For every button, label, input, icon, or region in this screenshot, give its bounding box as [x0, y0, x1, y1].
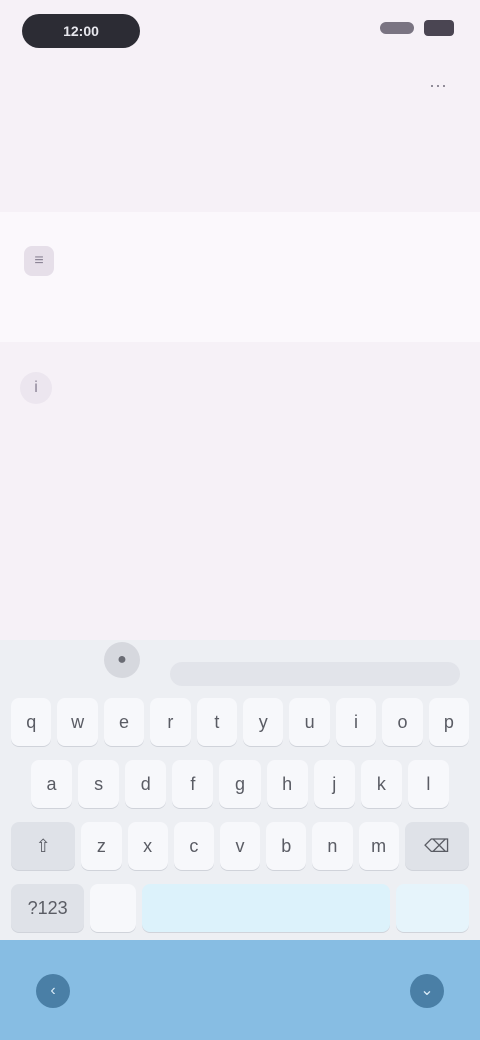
page-subtitle: [24, 166, 354, 188]
key[interactable]: x: [127, 822, 168, 870]
emoji-key[interactable]: [90, 884, 137, 932]
keyboard-row-3: ⇧ z x c v b n m ⌫: [8, 822, 472, 876]
key[interactable]: p: [428, 698, 470, 746]
key[interactable]: j: [313, 760, 355, 808]
key[interactable]: a: [31, 760, 73, 808]
key[interactable]: f: [172, 760, 214, 808]
key[interactable]: r: [150, 698, 191, 746]
key[interactable]: s: [78, 760, 120, 808]
key[interactable]: v: [219, 822, 261, 870]
key[interactable]: k: [360, 760, 402, 808]
key[interactable]: l: [407, 760, 449, 808]
more-icon[interactable]: ⋯: [416, 72, 460, 100]
document-icon: ≡: [24, 246, 54, 276]
enter-key[interactable]: [395, 884, 469, 932]
symbols-key[interactable]: ?123: [11, 884, 85, 932]
suggestion-strip[interactable]: [170, 662, 460, 686]
space-key[interactable]: [142, 884, 390, 932]
backspace-key[interactable]: ⌫: [404, 822, 470, 870]
keyboard-row-4: ?123: [8, 884, 472, 938]
back-icon[interactable]: ‹: [36, 974, 70, 1008]
key[interactable]: o: [382, 698, 423, 746]
list-item[interactable]: i: [20, 360, 460, 416]
title-block: [24, 130, 354, 188]
key[interactable]: m: [358, 822, 399, 870]
keyboard-hide-icon[interactable]: ⌄: [410, 974, 444, 1008]
info-icon: i: [20, 372, 52, 404]
status-bar: 12:00: [0, 0, 480, 64]
signal-icon: [380, 22, 414, 34]
key[interactable]: q: [11, 698, 52, 746]
status-icons: [380, 20, 454, 36]
key[interactable]: g: [219, 760, 261, 808]
keyboard-toolbar: ●: [0, 640, 480, 696]
key[interactable]: e: [103, 698, 145, 746]
key[interactable]: d: [125, 760, 167, 808]
keyboard: ● q w e r t y u i o p a s d f g h j k l …: [0, 640, 480, 940]
key[interactable]: h: [266, 760, 308, 808]
key[interactable]: y: [243, 698, 284, 746]
key[interactable]: n: [312, 822, 353, 870]
shift-key[interactable]: ⇧: [11, 822, 76, 870]
key[interactable]: t: [196, 698, 238, 746]
key[interactable]: i: [335, 698, 377, 746]
key[interactable]: z: [81, 822, 122, 870]
input-card[interactable]: ≡: [0, 212, 480, 342]
navigation-bar: ‹ ⌄: [0, 940, 480, 1040]
key[interactable]: u: [289, 698, 330, 746]
key[interactable]: b: [266, 822, 307, 870]
key[interactable]: c: [173, 822, 214, 870]
status-time: 12:00: [22, 14, 140, 48]
battery-icon: [424, 20, 454, 36]
keyboard-row-2: a s d f g h j k l: [28, 760, 452, 814]
page-title: [24, 130, 354, 158]
key[interactable]: w: [57, 698, 98, 746]
mic-icon[interactable]: ●: [104, 642, 140, 678]
keyboard-row-1: q w e r t y u i o p: [8, 698, 472, 752]
